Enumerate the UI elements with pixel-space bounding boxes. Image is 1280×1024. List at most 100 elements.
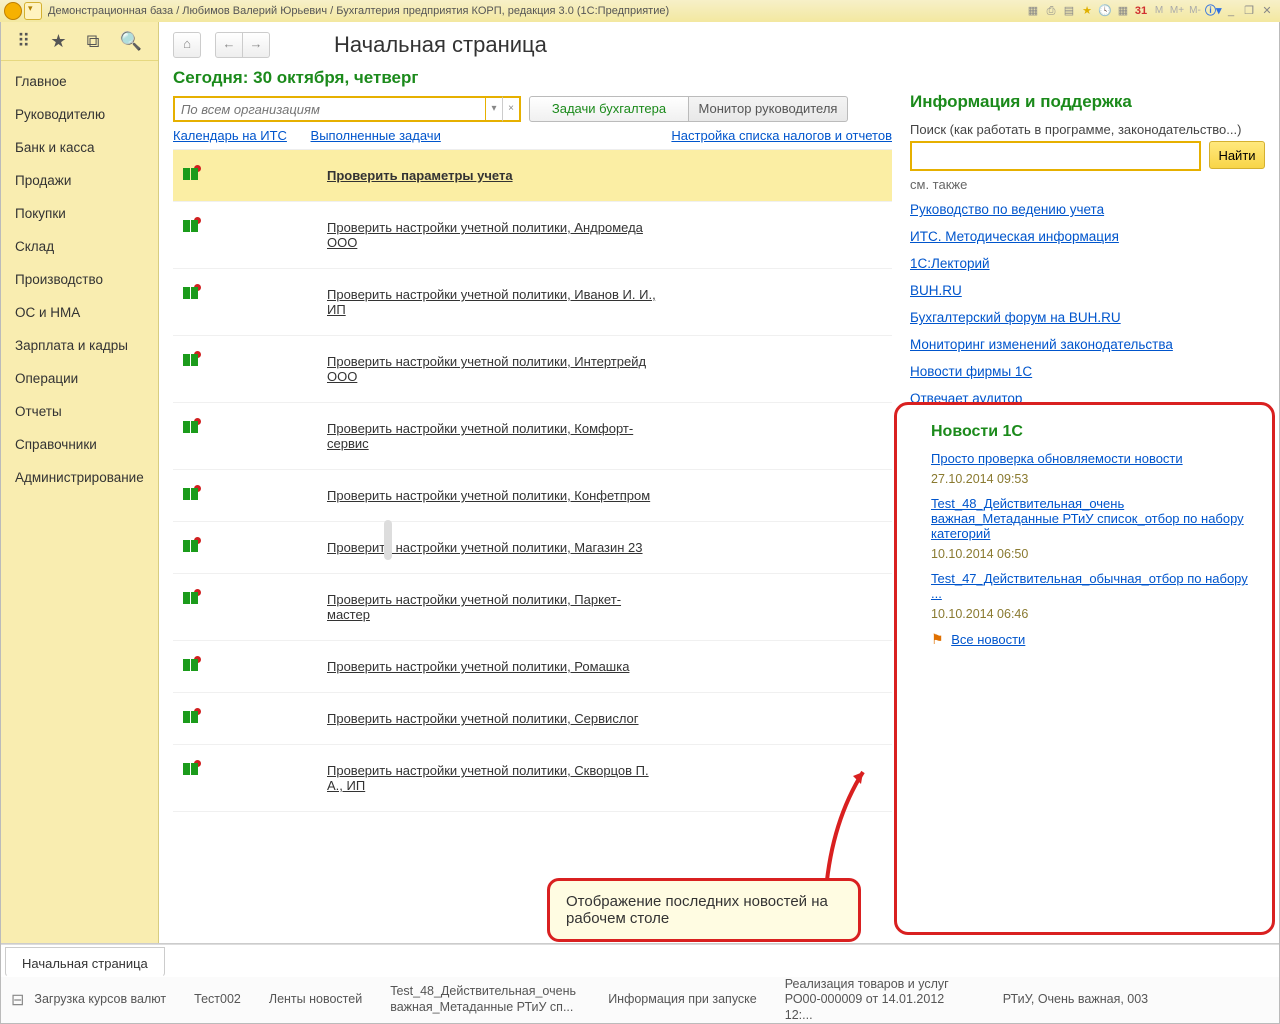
configure-list-link[interactable]: Настройка списка налогов и отчетов bbox=[671, 128, 892, 143]
m-button[interactable]: M bbox=[1151, 3, 1167, 19]
task-link[interactable]: Проверить параметры учета bbox=[327, 168, 513, 183]
task-row[interactable]: Проверить настройки учетной политики, Ан… bbox=[173, 202, 892, 269]
sidebar-item[interactable]: Главное bbox=[1, 65, 158, 98]
news-link[interactable]: Просто проверка обновляемости новости bbox=[931, 451, 1254, 466]
info-icon[interactable]: ⓘ▾ bbox=[1205, 3, 1221, 19]
task-row[interactable]: Проверить настройки учетной политики, Ко… bbox=[173, 470, 892, 522]
tab-accountant-tasks[interactable]: Задачи бухгалтера bbox=[529, 96, 689, 122]
statusbar-item[interactable]: РТиУ, Очень важная, 003 bbox=[1003, 992, 1148, 1008]
sidebar-item[interactable]: Покупки bbox=[1, 197, 158, 230]
minimize-button[interactable]: _ bbox=[1223, 3, 1239, 19]
sidebar-item[interactable]: ОС и НМА bbox=[1, 296, 158, 329]
info-title: Информация и поддержка bbox=[910, 92, 1265, 112]
task-row[interactable]: Проверить настройки учетной политики, Ск… bbox=[173, 745, 892, 812]
calculator-icon[interactable]: ▦ bbox=[1115, 3, 1131, 19]
completed-tasks-link[interactable]: Выполненные задачи bbox=[311, 128, 441, 143]
task-row[interactable]: Проверить настройки учетной политики, Ин… bbox=[173, 336, 892, 403]
news-link[interactable]: Test_47_Действительная_обычная_отбор по … bbox=[931, 571, 1254, 601]
close-button[interactable]: ✕ bbox=[1259, 3, 1275, 19]
favorites-star-icon[interactable]: ★ bbox=[50, 31, 66, 52]
page-title: Начальная страница bbox=[334, 32, 547, 58]
task-link[interactable]: Проверить настройки учетной политики, Ив… bbox=[327, 287, 657, 317]
support-link[interactable]: ИТС. Методическая информация bbox=[910, 229, 1265, 244]
task-status-icon bbox=[183, 592, 201, 606]
statusbar-item[interactable]: Ленты новостей bbox=[269, 992, 362, 1008]
task-status-icon bbox=[183, 354, 201, 368]
favorite-icon[interactable]: ★ bbox=[1079, 3, 1095, 19]
task-link[interactable]: Проверить настройки учетной политики, Ан… bbox=[327, 220, 657, 250]
org-clear-icon[interactable]: × bbox=[503, 96, 521, 122]
sidebar-item[interactable]: Справочники bbox=[1, 428, 158, 461]
statusbar-toggle-icon[interactable]: ⊟ bbox=[11, 990, 24, 1010]
toolbar-icon[interactable]: ▤ bbox=[1061, 3, 1077, 19]
statusbar-item[interactable]: Test_48_Действительная_очень важная_Мета… bbox=[390, 984, 580, 1015]
nav-home-button[interactable]: ⌂ bbox=[173, 32, 201, 58]
sidebar-item[interactable]: Операции bbox=[1, 362, 158, 395]
toolbar-icon[interactable]: ▦ bbox=[1025, 3, 1041, 19]
sidebar-item[interactable]: Администрирование bbox=[1, 461, 158, 494]
sidebar-item[interactable]: Производство bbox=[1, 263, 158, 296]
task-link[interactable]: Проверить настройки учетной политики, Се… bbox=[327, 711, 639, 726]
task-row[interactable]: Проверить настройки учетной политики, Се… bbox=[173, 693, 892, 745]
statusbar-item[interactable]: Информация при запуске bbox=[608, 992, 757, 1008]
support-link[interactable]: Новости фирмы 1С bbox=[910, 364, 1265, 379]
task-link[interactable]: Проверить настройки учетной политики, Ко… bbox=[327, 421, 657, 451]
news-panel: Новости 1С Просто проверка обновляемости… bbox=[894, 402, 1275, 935]
app-menu-dropdown[interactable] bbox=[24, 2, 42, 20]
task-link[interactable]: Проверить настройки учетной политики, Ин… bbox=[327, 354, 657, 384]
sidebar-item[interactable]: Зарплата и кадры bbox=[1, 329, 158, 362]
org-dropdown-icon[interactable]: ▾ bbox=[486, 96, 503, 122]
scrollbar[interactable] bbox=[384, 520, 392, 560]
tab-manager-monitor[interactable]: Монитор руководителя bbox=[689, 96, 848, 122]
rss-icon: ⚑ bbox=[931, 631, 944, 647]
history-icon[interactable]: 🕓 bbox=[1097, 3, 1113, 19]
task-link[interactable]: Проверить настройки учетной политики, Ма… bbox=[327, 540, 643, 555]
support-link[interactable]: 1С:Лекторий bbox=[910, 256, 1265, 271]
sidebar: ⠿ ★ ⧉ 🔍 ГлавноеРуководителюБанк и кассаП… bbox=[1, 22, 159, 943]
search-label: Поиск (как работать в программе, законод… bbox=[910, 122, 1265, 137]
search-button[interactable]: Найти bbox=[1209, 141, 1265, 169]
m-plus-button[interactable]: M+ bbox=[1169, 3, 1185, 19]
sidebar-item[interactable]: Руководителю bbox=[1, 98, 158, 131]
statusbar-item[interactable]: Загрузка курсов валют bbox=[34, 992, 166, 1008]
support-link[interactable]: BUH.RU bbox=[910, 283, 1265, 298]
all-news-link[interactable]: Все новости bbox=[951, 632, 1025, 647]
task-row[interactable]: Проверить настройки учетной политики, Ма… bbox=[173, 522, 892, 574]
task-link[interactable]: Проверить настройки учетной политики, Па… bbox=[327, 592, 657, 622]
task-row[interactable]: Проверить настройки учетной политики, Па… bbox=[173, 574, 892, 641]
nav-forward-button[interactable]: → bbox=[243, 32, 270, 58]
support-link[interactable]: Бухгалтерский форум на BUH.RU bbox=[910, 310, 1265, 325]
help-search-input[interactable] bbox=[910, 141, 1201, 171]
support-link[interactable]: Мониторинг изменений законодательства bbox=[910, 337, 1265, 352]
sidebar-item[interactable]: Склад bbox=[1, 230, 158, 263]
news-date: 27.10.2014 09:53 bbox=[931, 472, 1254, 486]
tab-start-page[interactable]: Начальная страница bbox=[5, 947, 165, 977]
organization-filter-input[interactable] bbox=[173, 96, 486, 122]
task-row[interactable]: Проверить настройки учетной политики, Ко… bbox=[173, 403, 892, 470]
search-icon[interactable]: 🔍 bbox=[120, 31, 142, 52]
maximize-button[interactable]: ❐ bbox=[1241, 3, 1257, 19]
m-minus-button[interactable]: M- bbox=[1187, 3, 1203, 19]
sidebar-item[interactable]: Продажи bbox=[1, 164, 158, 197]
its-calendar-link[interactable]: Календарь на ИТС bbox=[173, 128, 287, 143]
task-link[interactable]: Проверить настройки учетной политики, Ск… bbox=[327, 763, 657, 793]
open-windows-icon[interactable]: ⧉ bbox=[87, 31, 100, 52]
nav-back-button[interactable]: ← bbox=[215, 32, 243, 58]
sidebar-item[interactable]: Отчеты bbox=[1, 395, 158, 428]
toolbar-icon[interactable]: ⎙ bbox=[1043, 3, 1059, 19]
news-date: 10.10.2014 06:50 bbox=[931, 547, 1254, 561]
support-link[interactable]: Руководство по ведению учета bbox=[910, 202, 1265, 217]
today-heading: Сегодня: 30 октября, четверг bbox=[173, 68, 892, 88]
statusbar-item[interactable]: Тест002 bbox=[194, 992, 241, 1008]
statusbar-item[interactable]: Реализация товаров и услуг РО00-000009 о… bbox=[785, 977, 975, 1024]
news-link[interactable]: Test_48_Действительная_очень важная_Мета… bbox=[931, 496, 1254, 541]
task-link[interactable]: Проверить настройки учетной политики, Ро… bbox=[327, 659, 629, 674]
task-link[interactable]: Проверить настройки учетной политики, Ко… bbox=[327, 488, 650, 503]
task-row[interactable]: Проверить настройки учетной политики, Ро… bbox=[173, 641, 892, 693]
sections-grid-icon[interactable]: ⠿ bbox=[17, 31, 30, 52]
title-bar: Демонстрационная база / Любимов Валерий … bbox=[0, 0, 1280, 23]
calendar-icon[interactable]: 31 bbox=[1133, 3, 1149, 19]
task-row[interactable]: Проверить параметры учета bbox=[173, 150, 892, 202]
task-row[interactable]: Проверить настройки учетной политики, Ив… bbox=[173, 269, 892, 336]
sidebar-item[interactable]: Банк и касса bbox=[1, 131, 158, 164]
